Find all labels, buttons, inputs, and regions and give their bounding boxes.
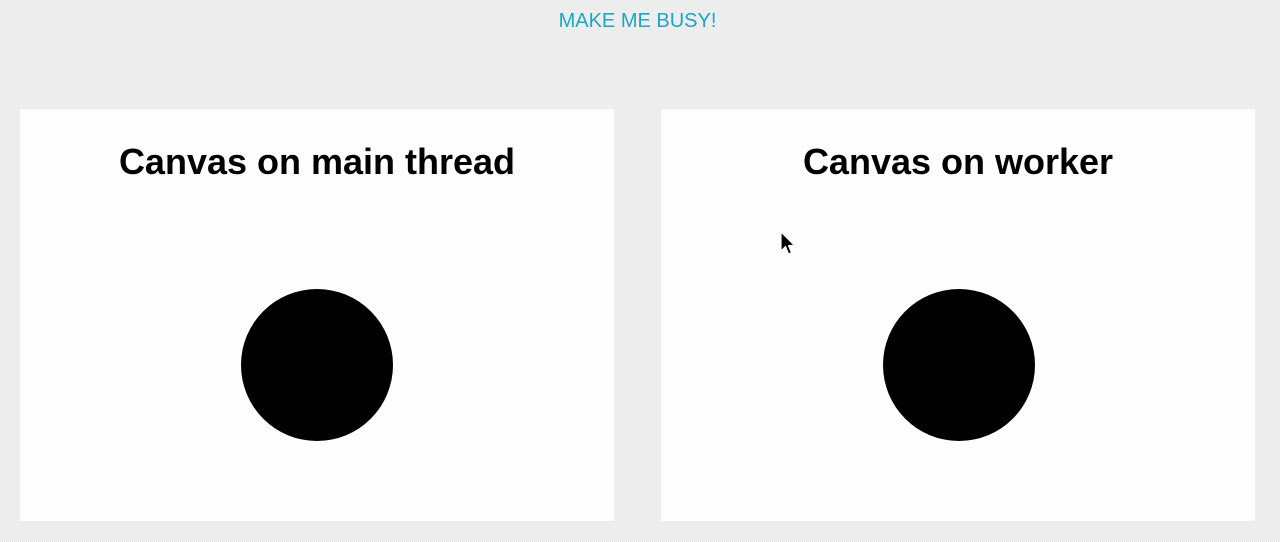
panel-title-worker: Canvas on worker xyxy=(802,141,1114,182)
worker-panel: Canvas on worker xyxy=(661,109,1255,521)
worker-canvas xyxy=(661,229,1255,521)
mouse-pointer-icon xyxy=(780,231,796,255)
main-thread-panel: Canvas on main thread xyxy=(20,109,614,521)
make-me-busy-button[interactable]: MAKE ME BUSY! xyxy=(0,10,1275,33)
panel-title-main-thread: Canvas on main thread xyxy=(118,141,516,182)
animated-ball xyxy=(241,289,393,441)
main-thread-canvas xyxy=(20,229,614,521)
animated-ball xyxy=(883,289,1035,441)
